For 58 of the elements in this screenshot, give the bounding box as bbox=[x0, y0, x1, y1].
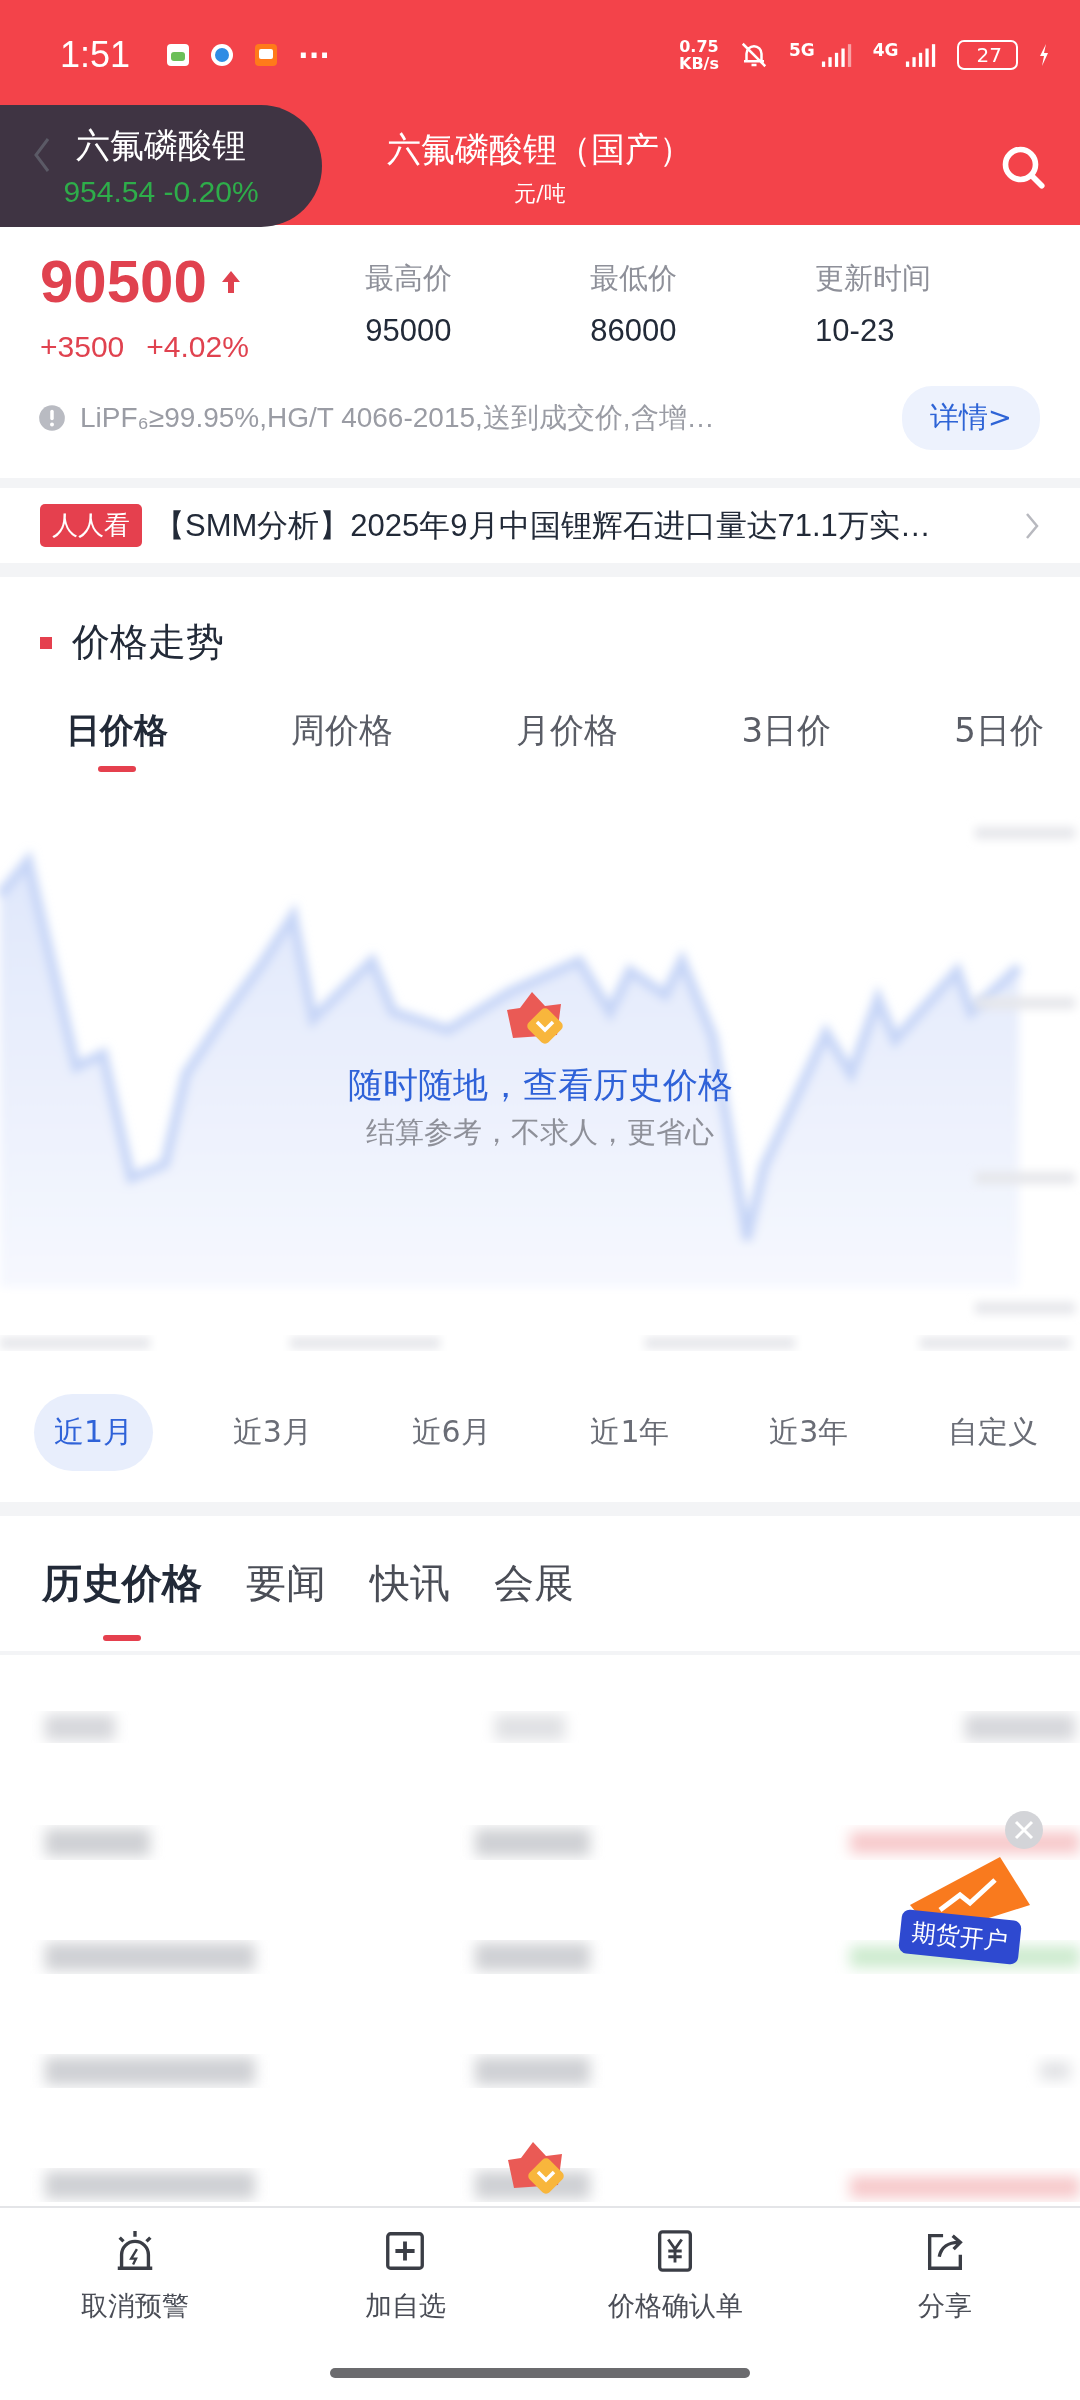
charging-icon bbox=[1038, 43, 1050, 67]
content-tab[interactable]: 会展 bbox=[494, 1522, 574, 1645]
stat-label: 更新时间 bbox=[815, 260, 933, 297]
price-tab[interactable]: 3日价 bbox=[735, 698, 838, 776]
network-speed-unit: KB/s bbox=[679, 55, 719, 72]
network-speed-value: 0.75 bbox=[679, 38, 719, 55]
nav-button[interactable]: 价格确认单 bbox=[540, 2208, 810, 2343]
range-tab[interactable]: 近6月 bbox=[391, 1393, 511, 1471]
stat-value: 10-23 bbox=[815, 313, 896, 349]
current-price: 90500 bbox=[40, 247, 207, 316]
content-tab[interactable]: 快讯 bbox=[370, 1522, 450, 1645]
price-change-percent: +4.02% bbox=[146, 330, 249, 364]
app-notification-icon bbox=[166, 43, 191, 67]
network-type: 5G bbox=[788, 40, 815, 60]
detail-button[interactable]: 详情> bbox=[901, 386, 1040, 450]
more-notifications: ··· bbox=[298, 38, 330, 72]
floating-quote-panel[interactable]: 六氟磷酸锂 954.54 -0.20% bbox=[0, 105, 322, 227]
page-title: 六氟磷酸锂（国产） bbox=[387, 127, 693, 171]
info-icon bbox=[38, 404, 66, 432]
status-time: 1:51 bbox=[60, 34, 131, 76]
range-tab[interactable]: 近1月 bbox=[34, 1393, 154, 1471]
nav-button[interactable]: 分享 bbox=[810, 2208, 1080, 2343]
nav-button[interactable]: 加自选 bbox=[270, 2208, 540, 2343]
news-badge: 人人看 bbox=[40, 504, 142, 547]
section-title: 价格走势 bbox=[72, 619, 224, 666]
up-arrow-icon bbox=[220, 269, 241, 294]
network-type: 4G bbox=[872, 40, 899, 60]
shopping-notification-icon bbox=[254, 43, 279, 67]
floating-quote-price: 954.54 bbox=[63, 175, 156, 208]
home-indicator[interactable] bbox=[330, 2368, 750, 2378]
range-tab[interactable]: 近3月 bbox=[212, 1393, 332, 1471]
stat-value: 86000 bbox=[590, 313, 678, 349]
price-tab[interactable]: 周价格 bbox=[285, 698, 400, 776]
news-bar[interactable]: 人人看 【SMM分析】2025年9月中国锂辉石进口量达71.1万实… bbox=[0, 488, 1080, 563]
browser-notification-icon bbox=[210, 43, 235, 67]
battery-level: 27 bbox=[956, 40, 1018, 70]
floating-quote-name: 六氟磷酸锂 bbox=[76, 124, 246, 167]
price-change: +3500 bbox=[40, 330, 125, 364]
range-tab[interactable]: 自定义 bbox=[928, 1393, 1058, 1471]
price-tab[interactable]: 月价格 bbox=[510, 698, 625, 776]
price-unit: 元/吨 bbox=[514, 179, 566, 208]
stat-label: 最高价 bbox=[365, 260, 454, 297]
range-tab[interactable]: 近1年 bbox=[570, 1393, 690, 1471]
promo-subtitle: 结算参考，不求人，更省心 bbox=[366, 1114, 714, 1151]
promo-title: 随时随地，查看历史价格 bbox=[347, 1064, 733, 1107]
price-tab[interactable]: 5日价 bbox=[948, 698, 1050, 776]
stat-label: 最低价 bbox=[590, 260, 679, 297]
content-tab[interactable]: 历史价格 bbox=[42, 1522, 202, 1645]
nav-button[interactable]: 取消预警 bbox=[0, 2208, 270, 2343]
floating-quote-change: -0.20% bbox=[163, 175, 259, 208]
range-tab[interactable]: 近3年 bbox=[749, 1393, 869, 1471]
stat-value: 95000 bbox=[365, 313, 453, 349]
spec-note: LiPF₆≥99.95%,HG/T 4066-2015,送到成交价,含增… bbox=[80, 401, 716, 435]
close-icon[interactable] bbox=[1004, 1810, 1044, 1850]
price-tab[interactable]: 日价格 bbox=[60, 698, 174, 776]
section-marker bbox=[40, 636, 52, 649]
news-headline: 【SMM分析】2025年9月中国锂辉石进口量达71.1万实… bbox=[154, 506, 932, 545]
content-tab[interactable]: 要闻 bbox=[246, 1522, 326, 1645]
